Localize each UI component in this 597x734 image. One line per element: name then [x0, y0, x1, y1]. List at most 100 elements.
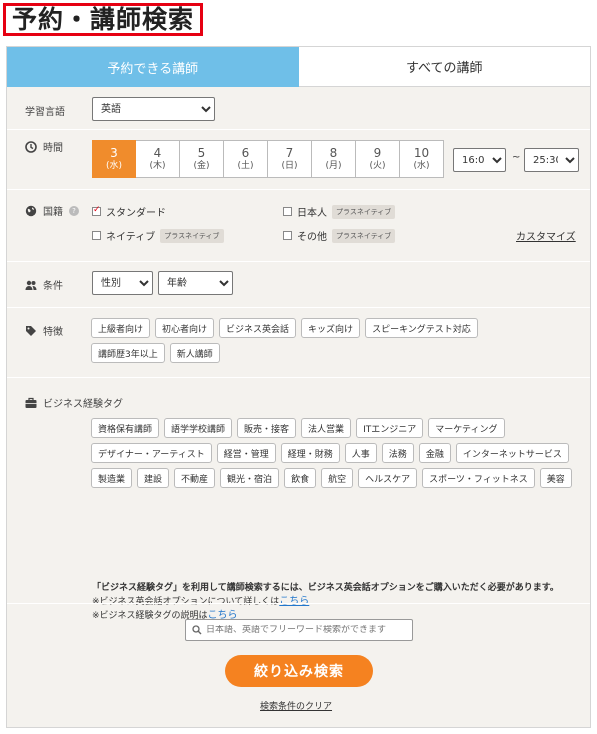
- business-option-link[interactable]: こちら: [279, 596, 309, 607]
- business-tag[interactable]: スポーツ・フィットネス: [422, 468, 535, 488]
- business-tag[interactable]: 法務: [381, 443, 414, 463]
- date-option[interactable]: 10 (水): [400, 140, 444, 178]
- feature-tag[interactable]: 初心者向け: [155, 318, 215, 338]
- business-tag[interactable]: 法人営業: [301, 418, 352, 438]
- japanese-checkbox[interactable]: 日本人 プラスネイティブ: [283, 204, 396, 219]
- business-tag[interactable]: 人事: [344, 443, 377, 463]
- checkbox-box[interactable]: [283, 207, 292, 216]
- conditions-label: 条件: [43, 281, 63, 292]
- date-option[interactable]: 7 (日): [268, 140, 312, 178]
- gender-select[interactable]: 性別: [92, 271, 153, 295]
- business-tag[interactable]: 語学学校講師: [164, 418, 233, 438]
- conditions-row-label: 条件: [25, 277, 63, 292]
- divider: [7, 307, 590, 308]
- plus-native-badge: プラスネイティブ: [332, 204, 396, 219]
- business-tag[interactable]: ITエンジニア: [356, 418, 424, 438]
- business-tag[interactable]: デザイナー・アーティスト: [91, 443, 212, 463]
- notice-line-1-text: ※ビジネス英会話オプションについて詳しくは: [92, 597, 280, 607]
- business-tag[interactable]: インターネットサービス: [455, 443, 569, 463]
- feature-tag[interactable]: 上級者向け: [91, 318, 151, 338]
- date-option[interactable]: 5 (金): [180, 140, 224, 178]
- time-row-label: 時間: [25, 139, 63, 154]
- time-to-select[interactable]: 25:30: [524, 148, 579, 172]
- business-tag[interactable]: 不動産: [174, 468, 216, 488]
- date-day: 9: [373, 146, 382, 160]
- feature-tag[interactable]: ビジネス英会話: [219, 318, 297, 338]
- tab-bar: 予約できる講師 すべての講師: [7, 47, 590, 87]
- time-from-select[interactable]: 16:00: [453, 148, 506, 172]
- standard-checkbox[interactable]: スタンダード: [92, 204, 166, 219]
- features-label: 特徴: [43, 327, 63, 338]
- plus-native-badge: プラスネイティブ: [160, 228, 224, 243]
- page-title: 予約・講師検索: [3, 3, 204, 36]
- checkbox-box[interactable]: [92, 231, 101, 240]
- free-word-search: [185, 619, 413, 641]
- language-select[interactable]: 英語: [92, 97, 215, 121]
- business-tag[interactable]: 経理・財務: [280, 443, 340, 463]
- nationality-row-label: 国籍 ?: [25, 203, 79, 218]
- business-tag[interactable]: 美容: [539, 468, 572, 488]
- other-checkbox[interactable]: その他 プラスネイティブ: [283, 228, 396, 243]
- date-day: 10: [413, 146, 430, 160]
- business-tag[interactable]: 製造業: [91, 468, 133, 488]
- search-panel: 予約できる講師 すべての講師 学習言語 英語 時間 3 (水) 4 (木) 5 (金)…: [6, 46, 591, 728]
- divider: [7, 603, 590, 604]
- business-tag[interactable]: 販売・接客: [237, 418, 297, 438]
- business-tag[interactable]: 飲食: [284, 468, 317, 488]
- help-icon[interactable]: ?: [69, 205, 79, 216]
- date-weekday: (月): [325, 161, 342, 171]
- users-icon: [25, 280, 37, 290]
- clear-conditions-link[interactable]: 検索条件のクリア: [260, 699, 332, 712]
- date-option[interactable]: 8 (月): [312, 140, 356, 178]
- date-option[interactable]: 4 (木): [136, 140, 180, 178]
- tag-icon: [26, 325, 36, 336]
- language-label: 学習言語: [25, 107, 65, 118]
- time-label: 時間: [43, 143, 63, 154]
- checkbox-box[interactable]: [283, 231, 292, 240]
- native-checkbox[interactable]: ネイティブ プラスネイティブ: [92, 228, 224, 243]
- business-tag[interactable]: マーケティング: [428, 418, 505, 438]
- feature-tag[interactable]: 講師歴3年以上: [91, 343, 165, 363]
- date-day: 5: [197, 146, 206, 160]
- date-day: 6: [241, 146, 250, 160]
- tab-available-teachers[interactable]: 予約できる講師: [7, 47, 299, 87]
- notice-line: ※ビジネス英会話オプションについて詳しくはこちら: [92, 595, 582, 609]
- features-row-label: 特徴: [25, 323, 63, 338]
- date-option[interactable]: 6 (土): [224, 140, 268, 178]
- business-notice: 「ビジネス経験タグ」を利用して講師検索するには、ビジネス英会話オプションをご購入…: [92, 581, 582, 623]
- feature-tag-list: 上級者向け 初心者向け ビジネス英会話 キッズ向け スピーキングテスト対応 講師…: [91, 318, 521, 363]
- business-tag[interactable]: 経営・管理: [216, 443, 276, 463]
- business-tag[interactable]: 資格保有講師: [91, 418, 160, 438]
- feature-tag[interactable]: スピーキングテスト対応: [365, 318, 478, 338]
- time-range-tilde: ~: [512, 152, 521, 163]
- business-tag[interactable]: 観光・宿泊: [220, 468, 280, 488]
- feature-tag[interactable]: キッズ向け: [301, 318, 361, 338]
- date-day: 8: [329, 146, 338, 160]
- date-weekday: (水): [105, 161, 123, 171]
- date-weekday: (水): [413, 161, 430, 171]
- age-select[interactable]: 年齢: [158, 271, 233, 295]
- date-weekday: (日): [281, 161, 298, 171]
- business-tag[interactable]: 航空: [321, 468, 354, 488]
- date-day: 3: [110, 146, 118, 160]
- date-option[interactable]: 3 (水): [92, 140, 136, 178]
- search-icon: [192, 625, 202, 635]
- business-tag[interactable]: ヘルスケア: [358, 468, 418, 488]
- business-notice-bold: 「ビジネス経験タグ」を利用して講師検索するには、ビジネス英会話オプションをご購入…: [92, 583, 559, 593]
- other-label: その他: [297, 232, 327, 243]
- filter-search-button[interactable]: 絞り込み検索: [225, 655, 373, 687]
- date-day: 4: [153, 146, 162, 160]
- standard-label: スタンダード: [106, 208, 166, 219]
- customize-link[interactable]: カスタマイズ: [516, 228, 576, 243]
- feature-tag[interactable]: 新人講師: [169, 343, 220, 363]
- japanese-label: 日本人: [297, 208, 327, 219]
- date-weekday: (火): [369, 161, 386, 171]
- business-tag[interactable]: 建設: [137, 468, 170, 488]
- tab-all-teachers[interactable]: すべての講師: [298, 47, 590, 87]
- date-option[interactable]: 9 (火): [356, 140, 400, 178]
- nationality-label: 国籍: [43, 207, 63, 218]
- checkbox-box[interactable]: [92, 205, 101, 216]
- search-input[interactable]: [206, 625, 396, 635]
- date-weekday: (土): [237, 161, 254, 171]
- business-tag[interactable]: 金融: [418, 443, 451, 463]
